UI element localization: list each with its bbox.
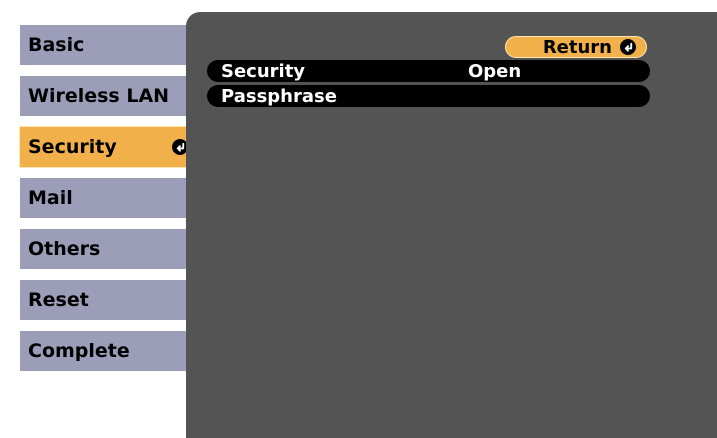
tab-label: Reset: [28, 289, 89, 311]
return-label: Return: [542, 36, 612, 58]
tab-wireless-lan[interactable]: Wireless LAN: [19, 75, 188, 117]
row-label: Security: [221, 60, 306, 82]
security-row[interactable]: Security Open: [207, 60, 650, 82]
tab-label: Others: [28, 238, 101, 260]
tab-complete[interactable]: Complete: [19, 330, 188, 372]
tab-label: Complete: [28, 340, 130, 362]
tab-basic[interactable]: Basic: [19, 24, 188, 66]
tab-reset[interactable]: Reset: [19, 279, 188, 321]
tab-security[interactable]: Security: [19, 126, 195, 168]
row-label: Passphrase: [221, 85, 337, 107]
tab-mail[interactable]: Mail: [19, 177, 188, 219]
tab-others[interactable]: Others: [19, 228, 188, 270]
row-value: Open: [468, 60, 522, 82]
tab-label: Wireless LAN: [28, 85, 170, 107]
tab-label: Security: [28, 136, 117, 158]
tab-label: Basic: [28, 34, 85, 56]
enter-icon: [620, 39, 636, 55]
tab-label: Mail: [28, 187, 73, 209]
passphrase-row[interactable]: Passphrase: [207, 85, 650, 107]
return-button[interactable]: Return: [505, 36, 647, 58]
